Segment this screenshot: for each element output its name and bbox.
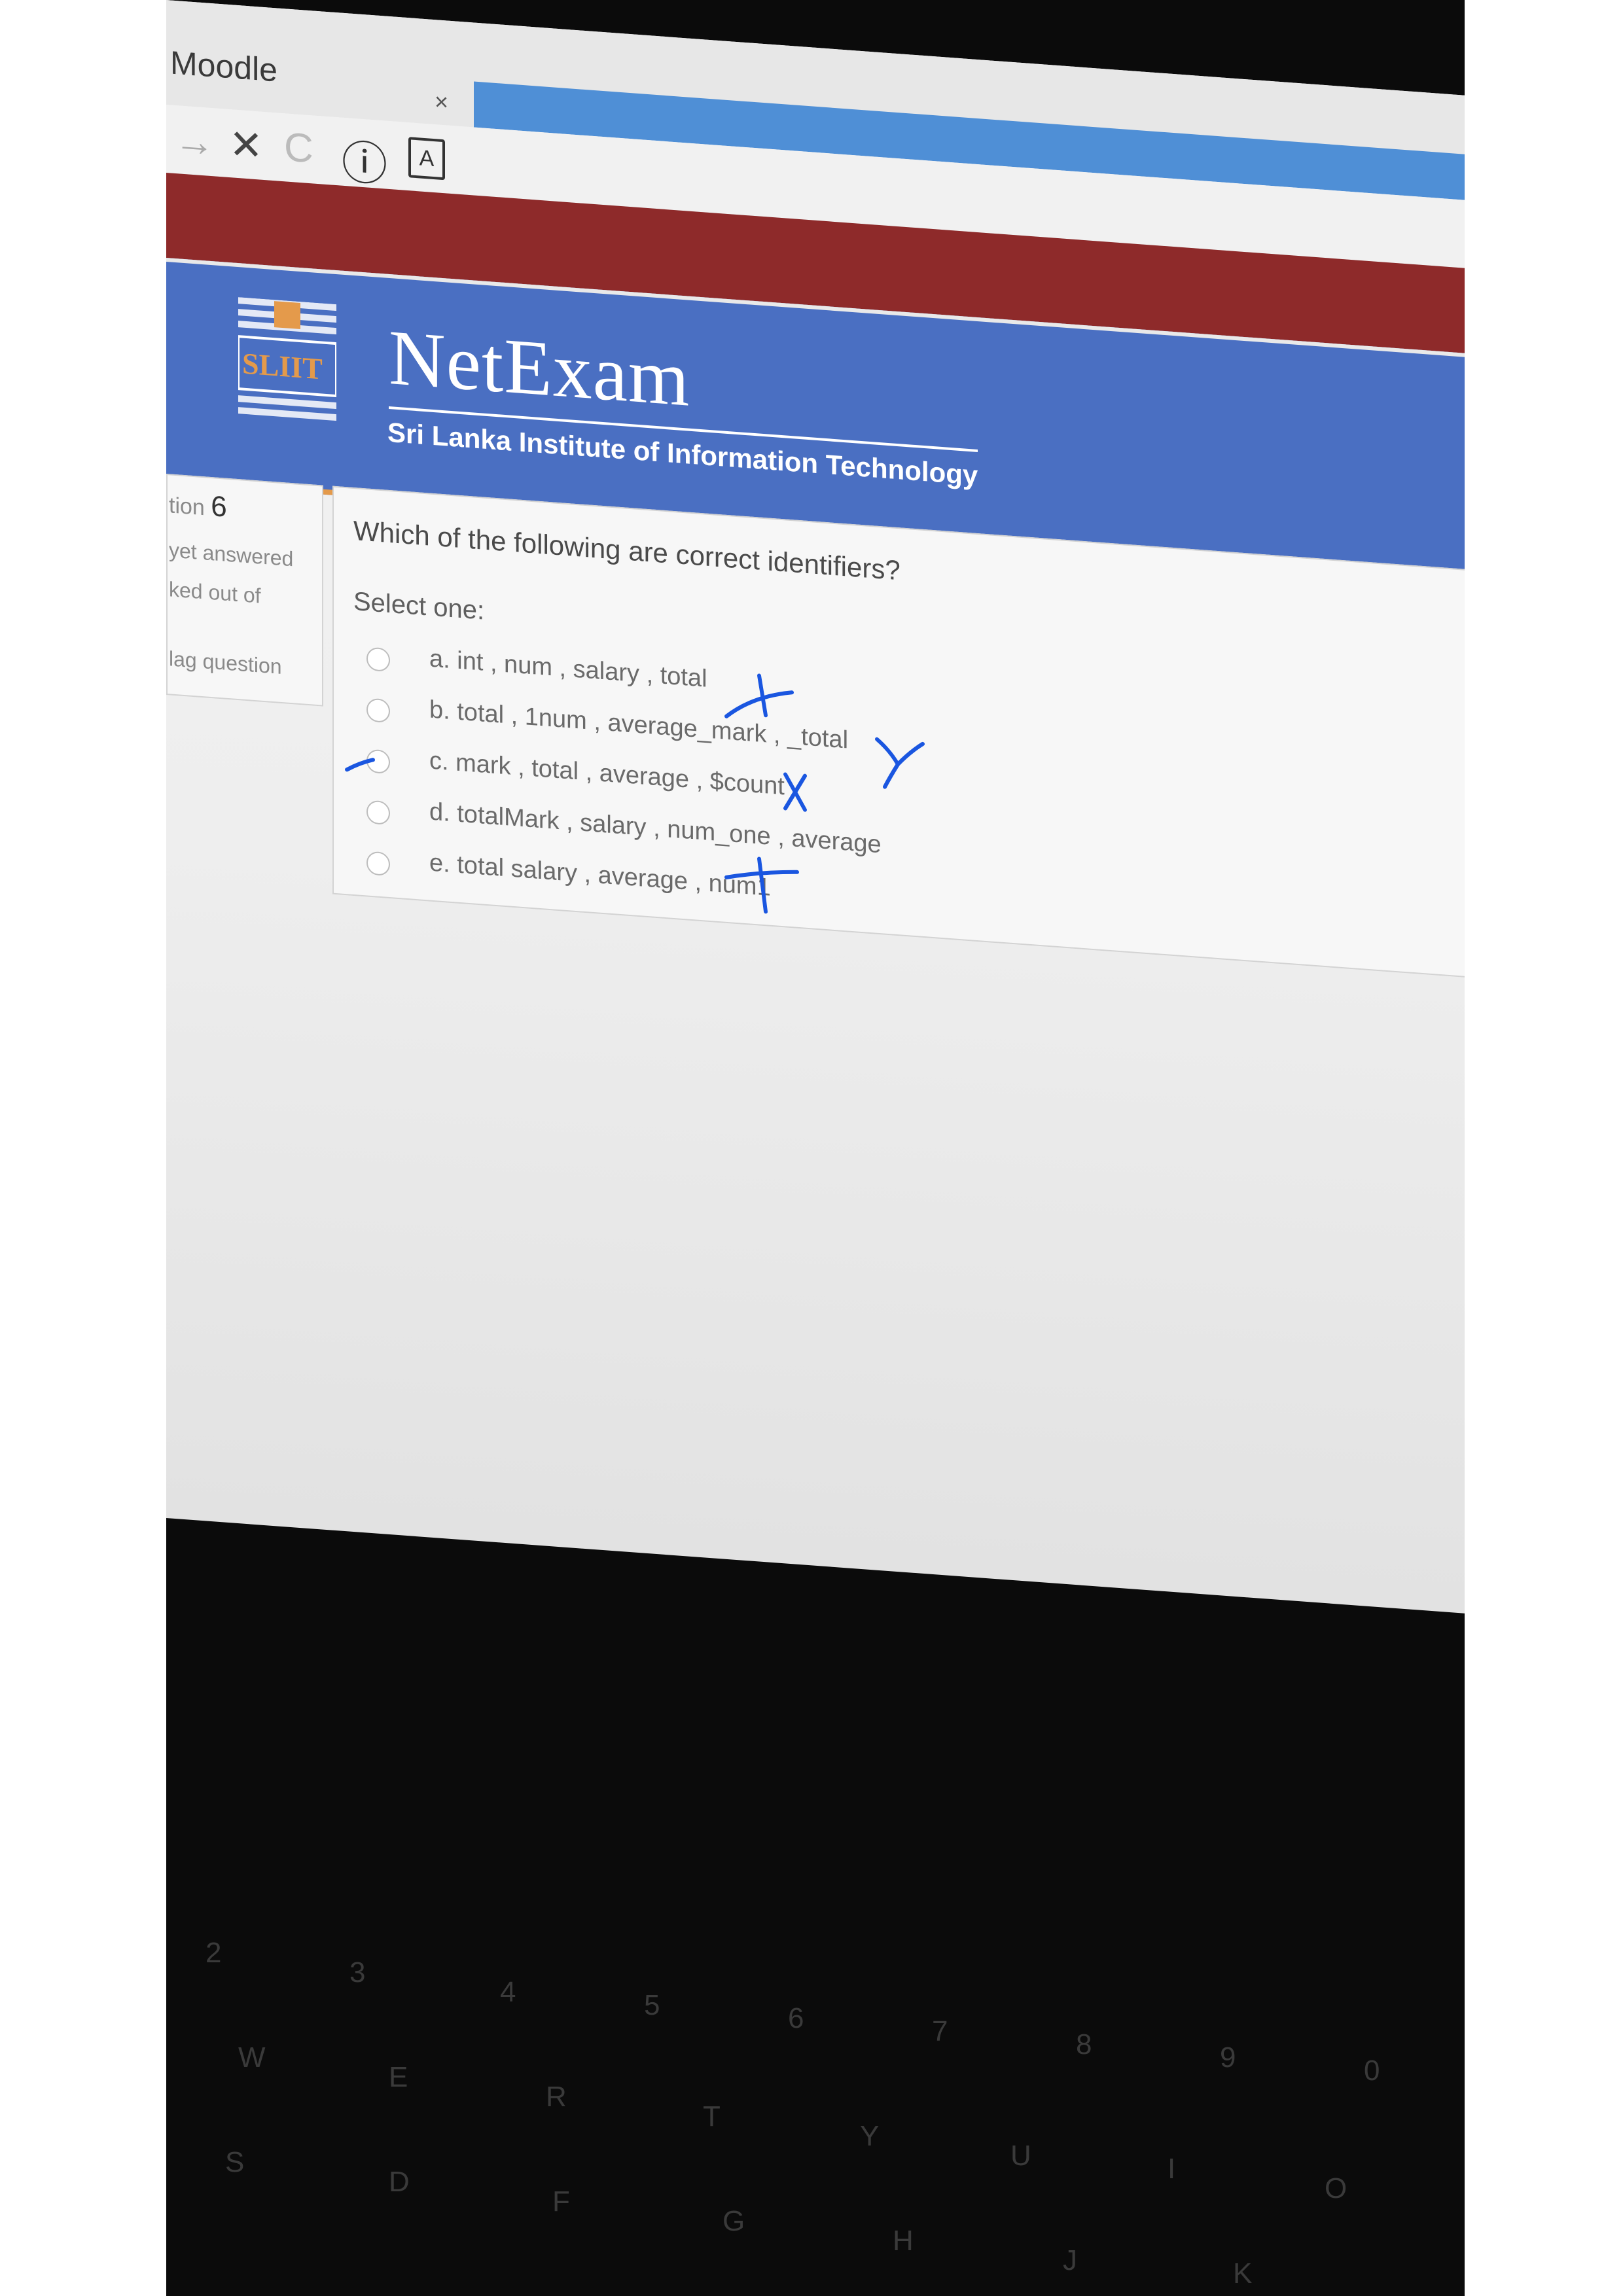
key: D <box>389 2166 410 2198</box>
key: S <box>225 2146 245 2178</box>
question-status: yet answered <box>169 538 294 571</box>
key: W <box>238 2041 266 2074</box>
key: 6 <box>788 2002 804 2034</box>
key: E <box>389 2061 408 2093</box>
key: 0 <box>1364 2055 1380 2087</box>
laptop-keyboard: 2 3 4 5 6 7 8 9 0 W E R T Y U I O S D F … <box>166 1459 1465 2296</box>
key: 9 <box>1220 2041 1236 2074</box>
key: H <box>893 2225 914 2257</box>
handwritten-marks <box>345 673 925 914</box>
question-info-panel: tion 6 yet answered ked out of lag quest… <box>166 474 323 707</box>
key: R <box>546 2081 567 2113</box>
site-title: NetExam <box>389 313 690 423</box>
site-info-icon[interactable]: ⓘ <box>342 126 387 195</box>
cross-mark-a <box>724 690 794 718</box>
question-marks: ked out of <box>169 577 261 608</box>
key: 2 <box>205 1937 222 1969</box>
forward-arrow-icon[interactable]: → <box>174 117 215 167</box>
key: U <box>1010 2140 1031 2172</box>
check-mark-d <box>345 758 375 772</box>
key: 7 <box>932 2015 948 2047</box>
key: Y <box>860 2120 880 2152</box>
question-number: 6 <box>211 490 227 523</box>
flag-question-link[interactable]: lag question <box>169 646 282 679</box>
key: K <box>1233 2257 1253 2289</box>
cross-mark-b <box>875 737 925 789</box>
key: G <box>722 2205 745 2237</box>
laptop-screen: Moodle × → ✕ C ⓘ A SLIIT NetExam Sri Lan… <box>166 0 1465 1614</box>
key: J <box>1063 2244 1077 2276</box>
key: 3 <box>349 1956 366 1988</box>
key: 5 <box>644 1989 660 2021</box>
key: O <box>1325 2172 1347 2204</box>
question-number-label: tion 6 <box>169 487 227 524</box>
browser-tab-title[interactable]: Moodle <box>170 43 277 89</box>
cross-mark-e-2 <box>757 857 768 914</box>
logo-text: SLIIT <box>242 346 323 386</box>
pdf-viewer-icon[interactable]: A <box>408 137 445 181</box>
key: 8 <box>1076 2028 1092 2060</box>
cross-mark-c <box>783 772 807 812</box>
photo-frame: Moodle × → ✕ C ⓘ A SLIIT NetExam Sri Lan… <box>166 0 1465 2296</box>
question-label: tion <box>169 493 205 521</box>
key: T <box>703 2100 721 2132</box>
key: 4 <box>500 1976 516 2008</box>
key: I <box>1168 2153 1176 2185</box>
sliit-logo: SLIIT <box>237 297 338 429</box>
tab-close-icon[interactable]: × <box>435 88 448 116</box>
reload-icon[interactable]: C <box>284 124 313 172</box>
question-card: Which of the following are correct ident… <box>332 486 1465 978</box>
stop-icon[interactable]: ✕ <box>229 120 263 170</box>
key: F <box>552 2185 570 2217</box>
